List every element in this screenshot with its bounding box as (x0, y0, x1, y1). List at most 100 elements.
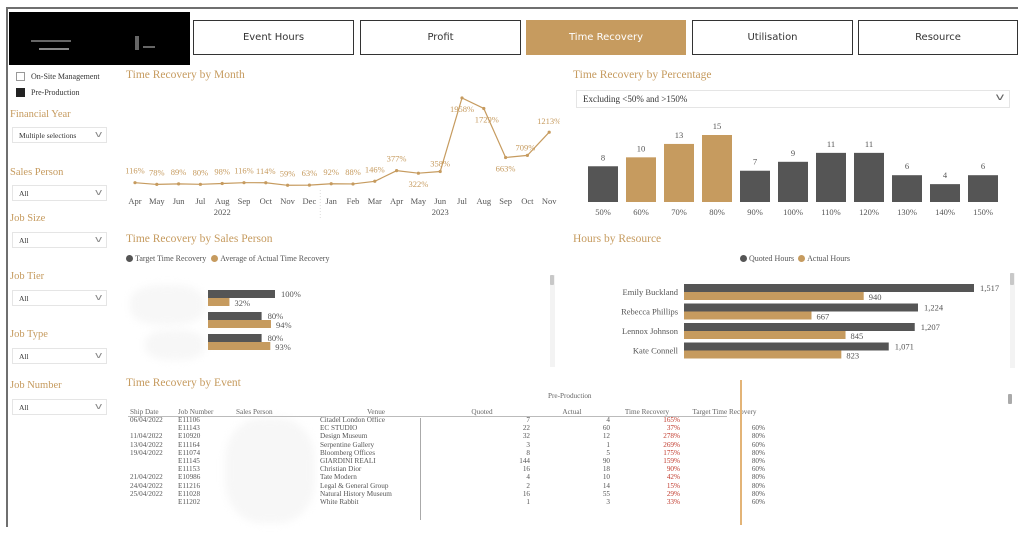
legend-label: Average of Actual Time Recovery (220, 254, 330, 263)
column-header[interactable]: Job Number (176, 392, 234, 416)
filter-label-financial-year: Financial Year (10, 109, 71, 120)
data-label: 98% (214, 166, 230, 176)
table-row[interactable]: 06/04/2022 E11106 Citadel London Office 7 4 1… (128, 416, 767, 424)
column-header[interactable]: Actual (532, 392, 612, 416)
event-table: Ship Date Job Number Sales Person Venue Quot… (128, 392, 767, 506)
table-cell: 60% (751, 424, 765, 433)
actual-value-label: 940 (869, 292, 882, 302)
table-cell: 278% (663, 432, 680, 441)
legend-label: Actual Hours (807, 254, 850, 263)
x-tick-label: Sep (238, 196, 251, 206)
filter-job-tier-dropdown[interactable]: All v (12, 290, 107, 306)
data-label: 1958% (450, 104, 474, 114)
table-cell: 42% (666, 473, 680, 482)
table-row[interactable]: E11143 EC STUDIO 22 60 37% 60% (128, 424, 767, 432)
legend-on-site-management[interactable]: On-Site Management (16, 72, 100, 81)
column-header[interactable]: Ship Date (128, 392, 176, 416)
nav-time-recovery-button[interactable]: Time Recovery (526, 20, 686, 55)
table-cell: 90 (602, 457, 610, 466)
actual-bar (208, 298, 230, 306)
data-point (525, 153, 529, 157)
sales-person-scroll-thumb[interactable] (550, 275, 554, 285)
data-label: 92% (323, 167, 339, 177)
x-tick-label: May (149, 196, 165, 206)
nav-profit-button[interactable]: Profit (360, 20, 521, 55)
data-label: 1729% (475, 114, 499, 124)
bar (778, 161, 808, 202)
table-cell: 80% (751, 448, 765, 457)
quoted-bar (684, 323, 915, 331)
table-cell: 18 (602, 465, 610, 474)
bar-value-label: 8 (601, 152, 605, 162)
table-row[interactable]: E11145 GIARDINI REALI 144 90 159% 80% (128, 457, 767, 465)
column-header[interactable]: Venue (320, 392, 432, 416)
bar (892, 175, 922, 202)
table-cell: 60% (751, 465, 765, 474)
chevron-down-icon: v (94, 235, 103, 245)
legend-label: On-Site Management (31, 72, 100, 81)
filter-label-job-type: Job Type (10, 329, 48, 340)
column-header[interactable]: Time Recovery (612, 392, 682, 416)
table-row[interactable]: E11153 Christian Dior 16 18 90% 60% (128, 465, 767, 473)
filter-financial-year-dropdown[interactable]: Multiple selections v (12, 127, 107, 143)
filter-job-size-dropdown[interactable]: All v (12, 232, 107, 248)
chevron-down-icon: v (94, 188, 103, 198)
legend-dot-icon (798, 255, 806, 262)
table-row[interactable]: 19/04/2022 E11074 Bloomberg Offices 8 5 175% 8… (128, 449, 767, 457)
table-cell: 24/04/2022 (130, 481, 163, 490)
sales-person-scrollbar[interactable] (550, 275, 555, 367)
table-cell: E11145 (178, 457, 200, 466)
data-point (373, 179, 377, 183)
column-header[interactable]: Target Time Recovery (682, 392, 767, 416)
table-row[interactable]: E11202 White Rabbit 1 3 33% 60% (128, 498, 767, 506)
percentage-range-dropdown[interactable]: Excluding <50% and >150% v (576, 90, 1010, 108)
table-cell: 55 (602, 489, 610, 498)
table-cell: 3 (526, 440, 530, 449)
bar (854, 152, 884, 202)
x-tick-label: Oct (260, 196, 273, 206)
filter-value: Multiple selections (19, 130, 77, 140)
table-cell: Christian Dior (320, 465, 362, 474)
table-cell: 10 (602, 473, 610, 482)
nav-utilisation-button[interactable]: Utilisation (692, 20, 853, 55)
x-tick-label: Aug (476, 196, 491, 206)
data-label: 80% (193, 167, 209, 177)
data-point (177, 182, 181, 186)
x-tick-label: Apr (390, 196, 403, 206)
resource-scrollbar[interactable] (1010, 273, 1015, 368)
nav-event-hours-button[interactable]: Event Hours (193, 20, 354, 55)
legend-pre-production[interactable]: Pre-Production (16, 88, 79, 97)
year-label: 2022 (214, 207, 231, 217)
x-tick-label: 140% (935, 207, 955, 217)
x-tick-label: 90% (747, 207, 763, 217)
table-row[interactable]: 21/04/2022 E10986 Tate Modern 4 10 42% 80% (128, 473, 767, 481)
panel-title-by-event: Time Recovery by Event (126, 377, 241, 389)
table-cell (234, 482, 320, 490)
table-row[interactable]: 13/04/2022 E11164 Serpentine Gallery 3 1 269%… (128, 441, 767, 449)
table-cell (128, 465, 176, 473)
target-value-label: 100% (281, 289, 301, 299)
resource-scroll-thumb[interactable] (1010, 273, 1014, 285)
filter-sales-person-dropdown[interactable]: All v (12, 185, 107, 201)
table-row[interactable]: 11/04/2022 E10920 Design Museum 32 12 278% 80% (128, 432, 767, 440)
table-cell: 5 (606, 448, 610, 457)
table-cell (128, 457, 176, 465)
table-row[interactable]: 24/04/2022 E11216 Legal & General Group 2 14… (128, 482, 767, 490)
data-point (307, 183, 311, 187)
filter-job-number-dropdown[interactable]: All v (12, 399, 107, 415)
table-row[interactable]: 25/04/2022 E11028 Natural History Museum 16… (128, 490, 767, 498)
panel-title-by-percentage: Time Recovery by Percentage (573, 69, 712, 81)
table-cell: 15% (666, 481, 680, 490)
nav-resource-button[interactable]: Resource (858, 20, 1018, 55)
column-header[interactable]: Sales Person (234, 392, 320, 416)
data-point (395, 169, 399, 173)
column-header[interactable]: Quoted (432, 392, 532, 416)
page-scroll-thumb[interactable] (1008, 394, 1012, 404)
x-tick-label: Mar (368, 196, 382, 206)
table-cell (128, 498, 176, 506)
filter-job-type-dropdown[interactable]: All v (12, 348, 107, 364)
data-label: 358% (430, 159, 450, 169)
data-label: 89% (171, 167, 187, 177)
bar-value-label: 9 (791, 148, 795, 158)
table-cell: 22 (522, 424, 530, 433)
